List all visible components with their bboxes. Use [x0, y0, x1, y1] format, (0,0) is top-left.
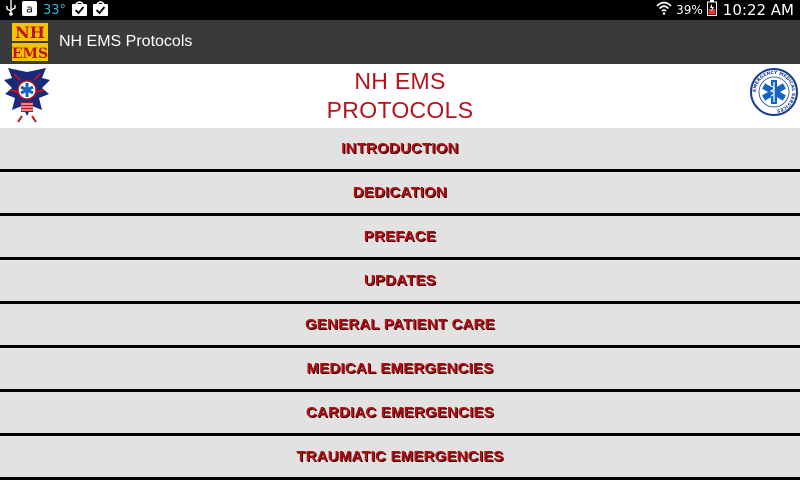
menu-item-updates[interactable]: UPDATES	[0, 260, 800, 301]
temperature-text: 33°	[43, 2, 67, 18]
battery-percent: 39%	[676, 3, 703, 17]
menu-item-label: DEDICATION	[352, 184, 448, 201]
app-logo-icon[interactable]: NH EMS	[10, 22, 50, 62]
page-title-line-2: PROTOCOLS	[326, 97, 474, 123]
bag-check-icon	[93, 0, 109, 20]
page-title-line-1: NH EMS	[354, 68, 446, 94]
svg-text:EMS: EMS	[12, 46, 48, 62]
menu-item-cardiac-emergencies[interactable]: CARDIAC EMERGENCIES	[0, 392, 800, 433]
usb-icon	[6, 0, 16, 20]
menu-item-medical-emergencies[interactable]: MEDICAL EMERGENCIES	[0, 348, 800, 389]
menu-item-preface[interactable]: PREFACE	[0, 216, 800, 257]
svg-text:NH: NH	[15, 23, 45, 42]
protocol-menu: INTRODUCTION DEDICATION PREFACE UPDATES …	[0, 128, 800, 480]
app-title: NH EMS Protocols	[59, 33, 193, 50]
header-banner: NH EMS PROTOCOLS EMERGENCY MEDICAL SERVI…	[0, 64, 800, 128]
menu-item-label: MEDICAL EMERGENCIES	[306, 360, 494, 377]
bag-check-icon	[72, 0, 88, 20]
menu-item-label: UPDATES	[364, 272, 436, 289]
menu-item-general-patient-care[interactable]: GENERAL PATIENT CARE	[0, 304, 800, 345]
battery-icon	[706, 0, 717, 20]
svg-text:a: a	[26, 2, 33, 15]
menu-item-label: GENERAL PATIENT CARE	[305, 316, 495, 333]
amazon-icon: a	[22, 0, 37, 20]
star-of-life-icon: EMERGENCY MEDICAL SERVICES	[750, 66, 798, 118]
clock: 10:22 AM	[722, 1, 794, 19]
status-bar: a 33° 39% 10:22 AM	[0, 0, 800, 20]
menu-item-label: INTRODUCTION	[341, 140, 459, 157]
wifi-icon	[656, 1, 672, 19]
menu-item-label: CARDIAC EMERGENCIES	[306, 404, 494, 421]
menu-item-dedication[interactable]: DEDICATION	[0, 172, 800, 213]
menu-item-traumatic-emergencies[interactable]: TRAUMATIC EMERGENCIES	[0, 436, 800, 477]
menu-item-introduction[interactable]: INTRODUCTION	[0, 128, 800, 169]
menu-item-label: TRAUMATIC EMERGENCIES	[296, 448, 504, 465]
menu-item-label: PREFACE	[363, 228, 437, 245]
action-bar: NH EMS NH EMS Protocols	[0, 20, 800, 64]
